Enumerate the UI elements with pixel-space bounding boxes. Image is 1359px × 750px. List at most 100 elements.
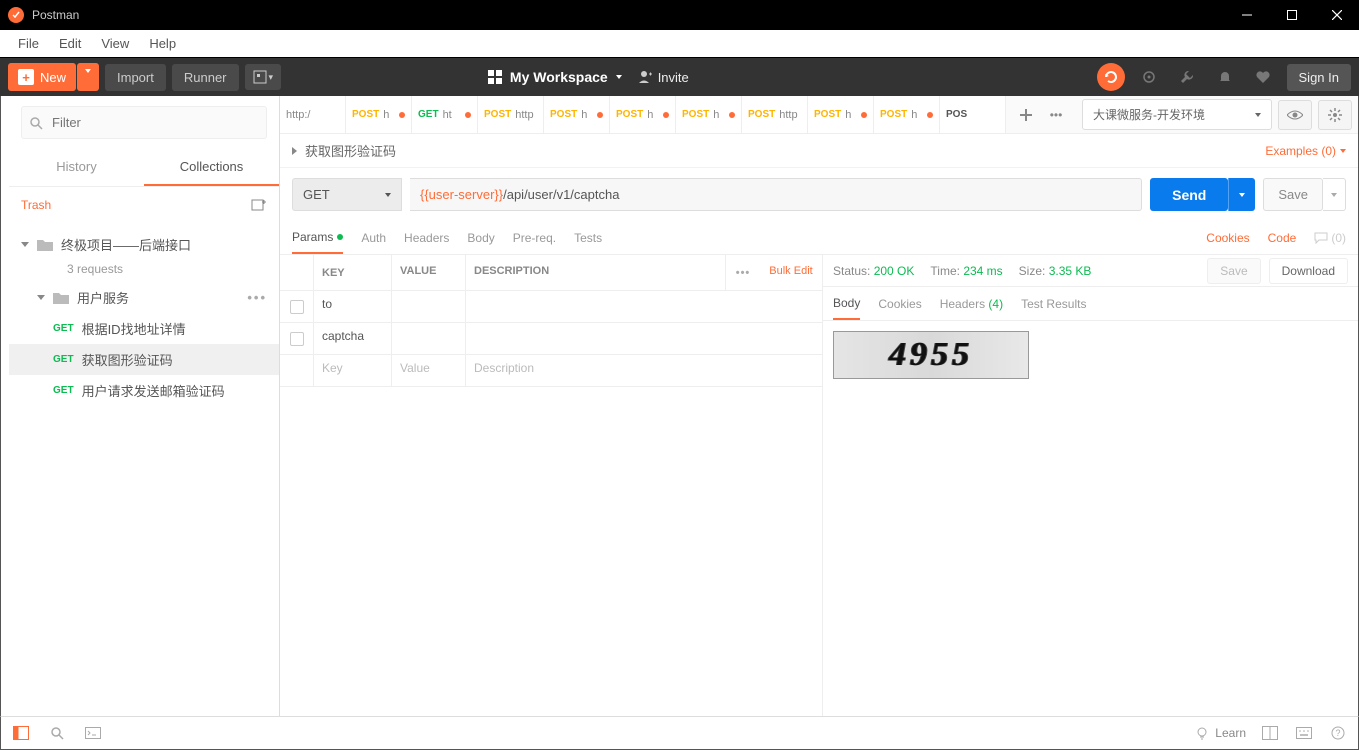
save-response-button[interactable]: Save xyxy=(1207,258,1260,284)
request-tab[interactable]: POS xyxy=(940,96,1006,133)
param-value-placeholder[interactable]: Value xyxy=(392,355,466,386)
folder-node[interactable]: 用户服务 ••• xyxy=(9,282,279,313)
sidebar-tab-collections[interactable]: Collections xyxy=(144,149,279,186)
request-tab[interactable]: POSTh xyxy=(676,96,742,133)
new-tab-button[interactable] xyxy=(1014,103,1038,127)
invite-button[interactable]: Invite xyxy=(638,70,689,85)
download-button[interactable]: Download xyxy=(1269,258,1348,284)
bulk-edit-link[interactable]: Bulk Edit xyxy=(760,255,822,290)
filter-input[interactable] xyxy=(21,106,267,139)
heart-icon[interactable] xyxy=(1249,63,1277,91)
request-node[interactable]: GET 用户请求发送邮箱验证码 xyxy=(9,375,279,406)
request-tab[interactable]: POSTh xyxy=(808,96,874,133)
save-button[interactable]: Save xyxy=(1263,178,1323,211)
columns-more[interactable]: ••• xyxy=(726,255,760,290)
param-value[interactable] xyxy=(392,291,466,322)
send-dropdown[interactable] xyxy=(1228,178,1255,211)
param-checkbox[interactable] xyxy=(290,332,304,346)
request-tab[interactable]: POSThttp xyxy=(742,96,808,133)
request-tab[interactable]: POSThttp xyxy=(478,96,544,133)
find-icon[interactable] xyxy=(47,723,67,743)
comments-button[interactable]: (0) xyxy=(1314,231,1346,245)
help-icon[interactable]: ? xyxy=(1328,723,1348,743)
subtab-params[interactable]: Params xyxy=(292,222,343,254)
sidebar-toggle-icon[interactable] xyxy=(11,723,31,743)
signin-button[interactable]: Sign In xyxy=(1287,64,1351,91)
request-tab[interactable]: POSTh xyxy=(874,96,940,133)
resp-tab-cookies[interactable]: Cookies xyxy=(878,289,921,319)
send-button[interactable]: Send xyxy=(1150,178,1228,211)
param-row[interactable]: captcha xyxy=(280,323,822,355)
caret-right-icon[interactable] xyxy=(292,147,297,155)
cookies-link[interactable]: Cookies xyxy=(1206,231,1249,245)
import-button[interactable]: Import xyxy=(105,64,166,91)
menu-view[interactable]: View xyxy=(91,32,139,55)
minimize-button[interactable] xyxy=(1224,0,1269,30)
runner-button[interactable]: Runner xyxy=(172,64,239,91)
new-button[interactable]: + New xyxy=(8,63,76,91)
new-button-label: New xyxy=(40,70,66,85)
more-icon[interactable]: ••• xyxy=(247,290,267,305)
param-desc[interactable] xyxy=(466,323,822,354)
console-icon[interactable] xyxy=(83,723,103,743)
trash-link[interactable]: Trash xyxy=(21,198,51,212)
http-method-select[interactable]: GET xyxy=(292,178,402,211)
request-tab[interactable]: GETht xyxy=(412,96,478,133)
environment-selector[interactable]: 大课微服务-开发环境 xyxy=(1082,99,1272,130)
status-bar: Learn ? xyxy=(0,716,1359,750)
subtab-auth[interactable]: Auth xyxy=(361,223,386,253)
collection-node[interactable]: 终极项目——后端接口 xyxy=(9,229,279,260)
param-row[interactable]: to xyxy=(280,291,822,323)
resp-tab-headers[interactable]: Headers (4) xyxy=(940,289,1003,319)
subtab-prereq[interactable]: Pre-req. xyxy=(513,223,556,253)
request-tab[interactable]: http:/ xyxy=(280,96,346,133)
menu-edit[interactable]: Edit xyxy=(49,32,91,55)
param-desc[interactable] xyxy=(466,291,822,322)
resp-tab-tests[interactable]: Test Results xyxy=(1021,289,1086,319)
tab-label: h xyxy=(845,109,851,121)
sidebar-tab-history[interactable]: History xyxy=(9,149,144,186)
wrench-icon[interactable] xyxy=(1173,63,1201,91)
new-dropdown[interactable] xyxy=(77,63,99,91)
tab-method: POST xyxy=(682,109,709,120)
sync-icon[interactable] xyxy=(1097,63,1125,91)
subtab-headers[interactable]: Headers xyxy=(404,223,449,253)
param-key[interactable]: to xyxy=(314,291,392,322)
new-collection-icon[interactable] xyxy=(251,197,267,213)
examples-dropdown[interactable]: Examples (0) xyxy=(1265,144,1346,158)
resp-tab-body[interactable]: Body xyxy=(833,288,860,320)
code-link[interactable]: Code xyxy=(1268,231,1297,245)
request-tab[interactable]: POSTh xyxy=(610,96,676,133)
param-desc-placeholder[interactable]: Description xyxy=(466,355,822,386)
workspace-selector[interactable]: My Workspace xyxy=(488,69,622,85)
bulb-icon xyxy=(1195,726,1209,740)
param-key[interactable]: captcha xyxy=(314,323,392,354)
request-node[interactable]: GET 根据ID找地址详情 xyxy=(9,313,279,344)
param-value[interactable] xyxy=(392,323,466,354)
url-input[interactable]: {{user-server}}/api/user/v1/captcha xyxy=(410,178,1142,211)
param-row-new[interactable]: Key Value Description xyxy=(280,355,822,387)
learn-link[interactable]: Learn xyxy=(1195,726,1246,740)
menu-file[interactable]: File xyxy=(8,32,49,55)
environment-quicklook-button[interactable] xyxy=(1278,100,1312,130)
bell-icon[interactable] xyxy=(1211,63,1239,91)
unsaved-dot-icon xyxy=(861,112,867,118)
size-label: Size: xyxy=(1019,264,1046,278)
subtab-body[interactable]: Body xyxy=(467,223,494,253)
two-pane-icon[interactable] xyxy=(1260,723,1280,743)
satellite-icon[interactable] xyxy=(1135,63,1163,91)
menu-help[interactable]: Help xyxy=(139,32,186,55)
keyboard-icon[interactable] xyxy=(1294,723,1314,743)
close-button[interactable] xyxy=(1314,0,1359,30)
environment-settings-button[interactable] xyxy=(1318,100,1352,130)
request-tab[interactable]: POSTh xyxy=(544,96,610,133)
request-node[interactable]: GET 获取图形验证码 xyxy=(9,344,279,375)
maximize-button[interactable] xyxy=(1269,0,1314,30)
param-key-placeholder[interactable]: Key xyxy=(314,355,392,386)
subtab-tests[interactable]: Tests xyxy=(574,223,602,253)
save-dropdown[interactable] xyxy=(1323,178,1346,211)
param-checkbox[interactable] xyxy=(290,300,304,314)
capture-button[interactable]: ▾ xyxy=(245,64,282,90)
tabs-more-button[interactable]: ••• xyxy=(1044,103,1068,127)
request-tab[interactable]: POSTh xyxy=(346,96,412,133)
